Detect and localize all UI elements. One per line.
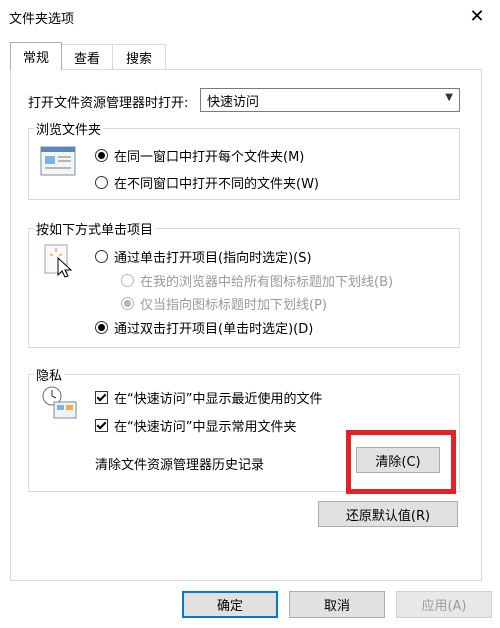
open-explorer-label: 打开文件资源管理器时打开: (28, 96, 189, 111)
pointer-click-icon (44, 244, 73, 278)
browse-folders-title: 浏览文件夹 (34, 119, 104, 138)
radio-circle (95, 321, 108, 334)
cancel-label: 取消 (323, 599, 350, 614)
radio-underline-point[interactable]: 仅当指向图标标题时加下划线(P) (121, 294, 327, 313)
ok-button[interactable]: 确定 (182, 591, 278, 618)
close-icon[interactable]: ✕ (454, 0, 500, 32)
radio-circle (121, 297, 134, 310)
checkbox-box (95, 391, 108, 404)
click-items-title: 按如下方式单击项目 (34, 219, 156, 238)
chevron-down-icon: ▼ (445, 92, 453, 103)
apply-label: 应用(A) (421, 599, 467, 614)
tab-label: 常规 (22, 51, 49, 66)
radio-circle (95, 176, 108, 189)
radio-label: 在我的浏览器中给所有图标标题加下划线(B) (140, 275, 394, 290)
radio-label: 仅当指向图标标题时加下划线(P) (140, 298, 327, 313)
title-bar: 文件夹选项 ✕ (0, 0, 500, 32)
folder-window-icon (40, 146, 76, 176)
radio-circle (95, 250, 108, 263)
ok-label: 确定 (216, 599, 243, 614)
tab-search[interactable]: 搜索 (112, 44, 166, 69)
restore-defaults-button[interactable]: 还原默认值(R) (318, 501, 458, 527)
privacy-title: 隐私 (34, 365, 65, 384)
radio-label: 在同一窗口中打开每个文件夹(M) (114, 150, 305, 165)
radio-circle (121, 274, 134, 287)
radio-circle (95, 149, 108, 162)
apply-button[interactable]: 应用(A) (396, 591, 492, 618)
window-title: 文件夹选项 (9, 12, 75, 27)
checkbox-frequent-folders[interactable]: 在“快速访问”中显示常用文件夹 (95, 416, 296, 435)
checkbox-label: 在“快速访问”中显示常用文件夹 (114, 420, 297, 435)
checkbox-label: 在“快速访问”中显示最近使用的文件 (114, 392, 323, 407)
tab-view[interactable]: 查看 (60, 44, 114, 69)
tab-label: 查看 (73, 51, 100, 67)
tab-label: 搜索 (125, 51, 152, 67)
checkbox-recent-files[interactable]: 在“快速访问”中显示最近使用的文件 (95, 388, 322, 407)
radio-same-window[interactable]: 在同一窗口中打开每个文件夹(M) (95, 146, 304, 165)
restore-defaults-label: 还原默认值(R) (345, 508, 431, 524)
radio-label: 在不同窗口中打开不同的文件夹(W) (114, 177, 319, 192)
open-explorer-value: 快速访问 (207, 94, 260, 110)
radio-new-window[interactable]: 在不同窗口中打开不同的文件夹(W) (95, 173, 319, 192)
red-highlight-box (346, 430, 456, 494)
radio-label: 通过单击打开项目(指向时选定)(S) (114, 251, 312, 266)
radio-label: 通过双击打开项目(单击时选定)(D) (114, 322, 314, 337)
tab-general[interactable]: 常规 (10, 42, 62, 70)
cancel-button[interactable]: 取消 (289, 591, 385, 618)
privacy-icon (42, 386, 77, 419)
radio-single-click[interactable]: 通过单击打开项目(指向时选定)(S) (95, 247, 312, 266)
open-explorer-select[interactable]: 快速访问 ▼ (200, 88, 460, 112)
radio-double-click[interactable]: 通过双击打开项目(单击时选定)(D) (95, 318, 313, 337)
checkbox-box (95, 419, 108, 432)
radio-underline-all[interactable]: 在我的浏览器中给所有图标标题加下划线(B) (121, 271, 393, 290)
clear-history-label: 清除文件资源管理器历史记录 (95, 458, 265, 473)
